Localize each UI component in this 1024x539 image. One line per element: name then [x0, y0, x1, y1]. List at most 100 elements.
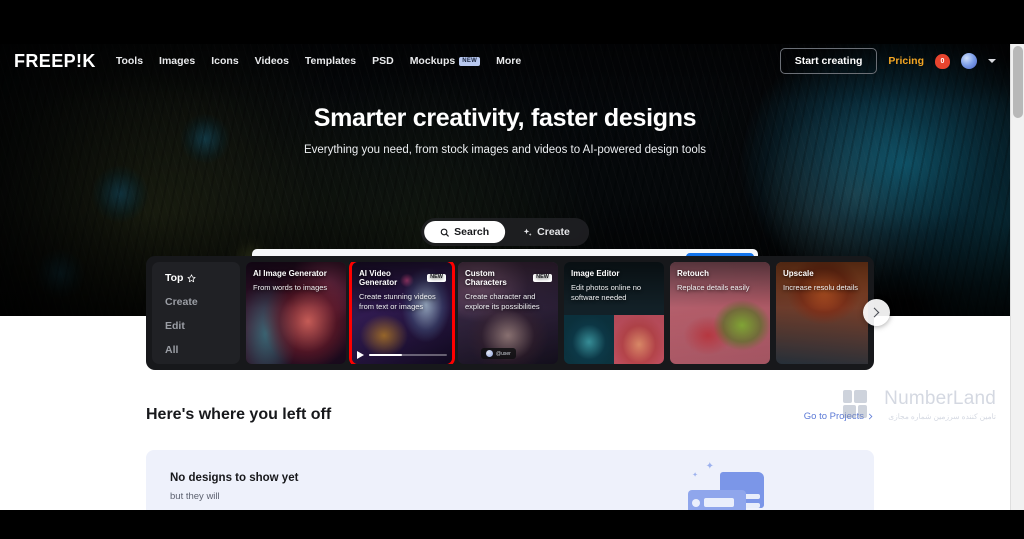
avatar	[486, 350, 493, 357]
card-retouch[interactable]: Retouch Replace details easily	[670, 262, 770, 364]
screenshot-viewport: FREEP!K Tools Images Icons Videos Templa…	[0, 0, 1024, 539]
page-title: Smarter creativity, faster designs	[313, 104, 697, 132]
card-title: AI Video Generator	[359, 269, 398, 287]
browser-chrome-bottom	[0, 510, 1024, 539]
nav-item-label: Mockups	[409, 55, 456, 67]
nav-item-label: Images	[159, 55, 196, 67]
carousel-cards: AI Image Generator From words to images …	[240, 262, 868, 364]
card-description: Create stunning videos from text or imag…	[359, 292, 436, 312]
carousel-next-button[interactable]	[863, 299, 890, 326]
card-title-row: AI Image Generator	[253, 269, 340, 278]
notifications-bell-icon[interactable]: 0	[935, 53, 950, 69]
scrollbar-thumb[interactable]	[1013, 46, 1023, 118]
carousel-category-create[interactable]: Create	[165, 296, 240, 308]
carousel-category-label: Edit	[165, 320, 185, 332]
card-text: AI Video Generator NEW Create stunning v…	[359, 269, 446, 312]
freepik-logo[interactable]: FREEP!K	[14, 51, 96, 72]
card-text: Custom Characters NEW Create character a…	[465, 269, 552, 312]
search-icon	[440, 228, 449, 237]
chevron-down-icon[interactable]	[988, 59, 996, 63]
nav-item-mockups[interactable]: Mockups NEW	[409, 55, 481, 67]
card-title: Upscale	[783, 269, 814, 278]
hero-subtitle: Everything you need, from stock images a…	[303, 144, 707, 156]
illustration-chip	[704, 498, 734, 507]
carousel-category-label: All	[165, 344, 179, 356]
empty-state-illustration: ✦ ✦ ✦	[676, 458, 772, 510]
notification-count: 0	[940, 57, 945, 65]
nav-item-label: Templates	[304, 55, 357, 67]
nav-item-label: Videos	[254, 55, 289, 67]
card-upscale[interactable]: Upscale Increase resolu details	[776, 262, 868, 364]
nav-item-tools[interactable]: Tools	[116, 55, 143, 67]
illustration-dot	[692, 499, 700, 507]
sparkle-icon: ✦	[705, 461, 714, 472]
tab-search[interactable]: Search	[424, 221, 506, 243]
card-ai-video-generator[interactable]: AI Video Generator NEW Create stunning v…	[349, 262, 455, 364]
card-title: Custom Characters	[465, 269, 507, 287]
left-off-header: Here's where you left off Go to Projects	[146, 406, 874, 424]
nav-item-icons[interactable]: Icons	[211, 55, 238, 67]
new-badge: NEW	[459, 56, 481, 66]
nav-item-label: PSD	[372, 55, 394, 67]
tab-create-label: Create	[537, 226, 570, 238]
hero-copy: Smarter creativity, faster designs Every…	[0, 104, 1010, 156]
tab-search-label: Search	[454, 226, 490, 238]
card-custom-characters[interactable]: Custom Characters NEW Create character a…	[458, 262, 558, 364]
sparkle-icon	[523, 228, 532, 236]
new-badge: NEW	[533, 273, 552, 283]
card-title-row: Retouch	[677, 269, 764, 278]
empty-state-subtitle: but they will	[170, 491, 220, 502]
pricing-link[interactable]: Pricing	[888, 55, 924, 67]
go-to-projects-label: Go to Projects	[803, 411, 864, 422]
start-creating-button[interactable]: Start creating	[779, 48, 878, 74]
video-progress-fill	[369, 353, 402, 357]
card-title-row: Custom Characters NEW	[465, 269, 552, 287]
sparkle-icon: ✦	[692, 472, 698, 479]
nav-item-label: Icons	[211, 55, 239, 67]
nav-item-label: Tools	[115, 55, 144, 67]
video-controls[interactable]	[357, 351, 447, 359]
card-title: Retouch	[677, 269, 709, 278]
carousel-category-list: Top Create Edit All	[152, 262, 240, 364]
chevron-right-icon	[868, 413, 873, 420]
browser-chrome-top	[0, 0, 1024, 44]
card-description: Increase resolu details	[783, 283, 859, 292]
new-badge: NEW	[427, 273, 446, 283]
card-ai-image-generator[interactable]: AI Image Generator From words to images	[246, 262, 346, 364]
card-text: Upscale Increase resolu details	[783, 269, 868, 293]
character-author-name: @user	[496, 350, 511, 357]
card-description: Create character and explore its possibi…	[465, 292, 540, 312]
carousel-category-top[interactable]: Top	[165, 272, 240, 284]
navbar-right-actions: Start creating Pricing 0	[779, 48, 996, 74]
card-text: Retouch Replace details easily	[677, 269, 764, 293]
card-description: From words to images	[253, 283, 328, 292]
search-create-toggle: Search Create	[421, 218, 589, 246]
empty-state-title: No designs to show yet	[170, 472, 299, 484]
section-title: Here's where you left off	[146, 406, 332, 423]
video-progress-track[interactable]	[369, 353, 447, 357]
carousel-category-all[interactable]: All	[165, 344, 240, 356]
play-icon[interactable]	[357, 351, 364, 359]
tab-create[interactable]: Create	[507, 221, 586, 243]
nav-links: Tools Images Icons Videos Templates PSD …	[116, 55, 521, 67]
carousel-category-edit[interactable]: Edit	[165, 320, 240, 332]
left-off-section: Here's where you left off Go to Projects…	[0, 384, 1010, 510]
page-scrollbar[interactable]	[1010, 44, 1024, 510]
empty-projects-panel: No designs to show yet but they will ✦ ✦…	[146, 450, 874, 510]
nav-item-templates[interactable]: Templates	[305, 55, 356, 67]
avatar[interactable]	[961, 53, 977, 69]
nav-item-more[interactable]: More	[496, 55, 521, 67]
go-to-projects-link[interactable]: Go to Projects	[804, 411, 874, 422]
nav-item-images[interactable]: Images	[159, 55, 195, 67]
freepik-page: FREEP!K Tools Images Icons Videos Templa…	[0, 44, 1010, 510]
carousel-category-label: Top	[165, 272, 184, 284]
card-text: AI Image Generator From words to images	[253, 269, 340, 293]
nav-item-psd[interactable]: PSD	[372, 55, 394, 67]
card-title-row: Upscale	[783, 269, 868, 278]
star-icon	[187, 273, 196, 282]
tools-carousel: Top Create Edit All AI Image Generator F…	[146, 256, 890, 370]
card-title: Image Editor	[571, 269, 620, 278]
nav-item-videos[interactable]: Videos	[255, 55, 289, 67]
card-description: Replace details easily	[677, 283, 750, 292]
card-image-editor[interactable]: Image Editor Edit photos online no softw…	[564, 262, 664, 364]
